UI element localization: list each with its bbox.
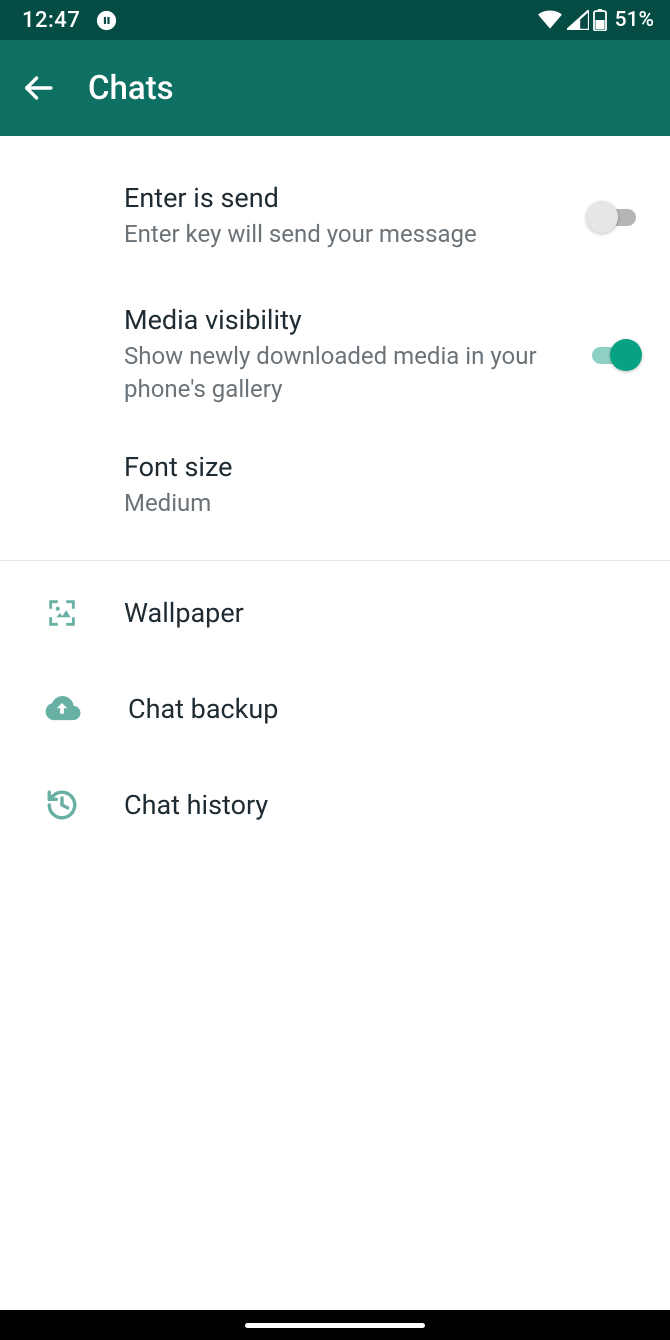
status-clock: 12:47 [22, 8, 80, 33]
section-divider [0, 560, 670, 561]
status-right: 51% [537, 8, 654, 32]
setting-title: Chat history [124, 789, 642, 821]
setting-title: Chat backup [128, 693, 642, 725]
setting-subtitle: Enter key will send your message [124, 218, 566, 252]
page-title: Chats [88, 69, 174, 108]
setting-title: Enter is send [124, 182, 566, 214]
status-bar: 12:47 51% [0, 0, 670, 40]
status-left: 12:47 [22, 8, 117, 33]
settings-list: Enter is send Enter key will send your m… [0, 136, 670, 853]
setting-subtitle: Show newly downloaded media in your phon… [124, 340, 566, 407]
back-button[interactable] [18, 68, 58, 108]
setting-text: Chat backup [124, 693, 642, 725]
home-gesture-pill[interactable] [245, 1323, 425, 1328]
setting-media-visibility[interactable]: Media visibility Show newly downloaded m… [0, 274, 670, 421]
system-nav-bar [0, 1310, 670, 1340]
setting-title: Wallpaper [124, 597, 642, 629]
battery-icon [593, 9, 607, 31]
setting-value: Medium [124, 487, 642, 521]
setting-chat-backup[interactable]: Chat backup [0, 661, 670, 757]
signal-icon [567, 10, 589, 30]
setting-text: Wallpaper [124, 597, 642, 629]
setting-title: Media visibility [124, 304, 566, 336]
media-visibility-toggle[interactable] [586, 339, 642, 371]
enter-is-send-toggle[interactable] [586, 201, 642, 233]
setting-title: Font size [124, 451, 642, 483]
setting-text: Chat history [124, 789, 642, 821]
setting-text: Enter is send Enter key will send your m… [124, 182, 566, 252]
setting-wallpaper[interactable]: Wallpaper [0, 565, 670, 661]
cloud-upload-icon [40, 687, 84, 731]
battery-percentage: 51% [615, 8, 654, 32]
arrow-left-icon [21, 71, 55, 105]
app-bar: Chats [0, 40, 670, 136]
setting-text: Media visibility Show newly downloaded m… [124, 304, 566, 407]
media-playback-icon [96, 10, 117, 31]
history-icon [40, 783, 84, 827]
setting-chat-history[interactable]: Chat history [0, 757, 670, 853]
wifi-icon [537, 10, 563, 30]
setting-font-size[interactable]: Font size Medium [0, 421, 670, 541]
wallpaper-icon [40, 591, 84, 635]
setting-text: Font size Medium [124, 451, 642, 521]
setting-enter-is-send[interactable]: Enter is send Enter key will send your m… [0, 160, 670, 274]
switch-thumb [586, 201, 618, 233]
switch-thumb [610, 339, 642, 371]
